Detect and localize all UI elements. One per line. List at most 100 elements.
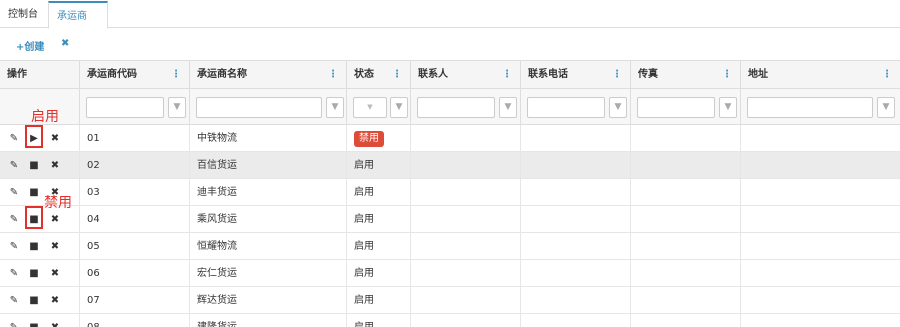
cell-status: 启用 bbox=[347, 314, 411, 327]
cell-address bbox=[741, 179, 900, 206]
cell-fax bbox=[631, 152, 741, 179]
table-row[interactable]: ✎ ■ ✖ 04 乘风货运 启用 bbox=[0, 206, 900, 233]
table-row[interactable]: ✎ ■ ✖ 02 百信货运 启用 bbox=[0, 152, 900, 179]
pencil-icon[interactable]: ✎ bbox=[9, 152, 19, 179]
column-header-code[interactable]: 承运商代码 ⋮ bbox=[80, 61, 190, 89]
cell-name: 乘风货运 bbox=[190, 206, 347, 233]
cell-code: 07 bbox=[80, 287, 190, 314]
cell-contact bbox=[411, 287, 521, 314]
pencil-icon[interactable]: ✎ bbox=[9, 260, 19, 287]
close-icon[interactable]: ✖ bbox=[50, 260, 60, 287]
filter-icon[interactable]: ▼ bbox=[390, 97, 408, 118]
stop-icon[interactable]: ■ bbox=[28, 152, 40, 179]
cell-code: 01 bbox=[80, 125, 190, 152]
close-icon[interactable]: ✖ bbox=[50, 314, 60, 327]
name-filter-input[interactable] bbox=[196, 97, 322, 118]
close-icon[interactable]: ✖ bbox=[50, 287, 60, 314]
cell-address bbox=[741, 152, 900, 179]
cell-phone bbox=[521, 125, 631, 152]
cell-actions: ✎ ■ ✖ bbox=[0, 314, 80, 327]
close-icon[interactable]: ✖ bbox=[50, 125, 60, 152]
column-header-fax[interactable]: 传真 ⋮ bbox=[631, 61, 741, 89]
cell-code: 02 bbox=[80, 152, 190, 179]
cell-address bbox=[741, 287, 900, 314]
column-header-phone[interactable]: 联系电话 ⋮ bbox=[521, 61, 631, 89]
status-badge: 禁用 bbox=[354, 131, 384, 147]
cell-address bbox=[741, 233, 900, 260]
cell-contact bbox=[411, 152, 521, 179]
cell-status: 启用 bbox=[347, 152, 411, 179]
column-menu-icon[interactable]: ⋮ bbox=[392, 61, 402, 89]
close-icon[interactable]: ✖ bbox=[61, 38, 69, 49]
code-filter-input[interactable] bbox=[86, 97, 164, 118]
stop-icon[interactable]: ■ bbox=[28, 314, 40, 327]
cell-name: 宏仁货运 bbox=[190, 260, 347, 287]
cell-name: 恒耀物流 bbox=[190, 233, 347, 260]
table-row[interactable]: ✎ ■ ✖ 08建隆货运启用 bbox=[0, 314, 900, 327]
cell-status: 启用 bbox=[347, 287, 411, 314]
cell-contact bbox=[411, 179, 521, 206]
create-button[interactable]: +创建 bbox=[16, 38, 44, 53]
filter-icon[interactable]: ▼ bbox=[326, 97, 344, 118]
filter-icon[interactable]: ▼ bbox=[168, 97, 186, 118]
cell-phone bbox=[521, 260, 631, 287]
stop-icon[interactable]: ■ bbox=[28, 260, 40, 287]
stop-icon[interactable]: ■ bbox=[28, 179, 40, 206]
pencil-icon[interactable]: ✎ bbox=[9, 287, 19, 314]
close-icon[interactable]: ✖ bbox=[50, 152, 60, 179]
tab-dashboard[interactable]: 控制台 bbox=[0, 1, 48, 28]
cell-name: 中铁物流 bbox=[190, 125, 347, 152]
fax-filter-input[interactable] bbox=[637, 97, 715, 118]
column-header-status[interactable]: 状态 ⋮ bbox=[347, 61, 411, 89]
column-header-address[interactable]: 地址 ⋮ bbox=[741, 61, 900, 89]
cell-address bbox=[741, 125, 900, 152]
cell-fax bbox=[631, 287, 741, 314]
pencil-icon[interactable]: ✎ bbox=[9, 125, 19, 152]
filter-icon[interactable]: ▼ bbox=[609, 97, 627, 118]
disable-annotation: 禁用 bbox=[44, 195, 72, 211]
column-header-contact[interactable]: 联系人 ⋮ bbox=[411, 61, 521, 89]
cell-code: 04 bbox=[80, 206, 190, 233]
stop-icon[interactable]: ■ bbox=[28, 233, 40, 260]
cell-phone bbox=[521, 233, 631, 260]
table-row[interactable]: ✎ ■ ✖ 06 宏仁货运 启用 bbox=[0, 260, 900, 287]
close-icon[interactable]: ✖ bbox=[50, 233, 60, 260]
column-menu-icon[interactable]: ⋮ bbox=[882, 61, 892, 89]
cell-phone bbox=[521, 152, 631, 179]
tab-carrier[interactable]: 承运商 ✖ bbox=[48, 1, 108, 49]
stop-icon[interactable]: ■ bbox=[28, 287, 40, 314]
cell-address bbox=[741, 260, 900, 287]
cell-fax bbox=[631, 179, 741, 206]
table-row[interactable]: ✎ ■ ✖ 07 辉达货运 启用 bbox=[0, 287, 900, 314]
filter-icon[interactable]: ▼ bbox=[499, 97, 517, 118]
column-menu-icon[interactable]: ⋮ bbox=[722, 61, 732, 89]
filter-row: ▼ ▼ ▼ ▼ ▼ ▼ ▼ ▼ bbox=[0, 89, 900, 125]
pencil-icon[interactable]: ✎ bbox=[9, 233, 19, 260]
status-filter-select[interactable]: ▼ bbox=[353, 97, 387, 118]
column-menu-icon[interactable]: ⋮ bbox=[612, 61, 622, 89]
cell-code: 03 bbox=[80, 179, 190, 206]
carrier-grid: 操作 承运商代码 ⋮ 承运商名称 ⋮ 状态 ⋮ 联系人 ⋮ 联系电话 ⋮ 传真 ⋮ 地址 ⋮ … bbox=[0, 60, 900, 327]
column-menu-icon[interactable]: ⋮ bbox=[502, 61, 512, 89]
cell-status: 启用 bbox=[347, 233, 411, 260]
cell-code: 06 bbox=[80, 260, 190, 287]
filter-icon[interactable]: ▼ bbox=[719, 97, 737, 118]
table-row[interactable]: ✎ ▶ ✖ 01 中铁物流 禁用 bbox=[0, 125, 900, 152]
column-menu-icon[interactable]: ⋮ bbox=[171, 61, 181, 89]
contact-filter-input[interactable] bbox=[417, 97, 495, 118]
pencil-icon[interactable]: ✎ bbox=[9, 206, 19, 233]
cell-actions: ✎ ■ ✖ bbox=[0, 152, 80, 179]
filter-icon[interactable]: ▼ bbox=[877, 97, 895, 118]
pencil-icon[interactable]: ✎ bbox=[9, 179, 19, 206]
pencil-icon[interactable]: ✎ bbox=[9, 314, 19, 327]
cell-phone bbox=[521, 206, 631, 233]
cell-contact bbox=[411, 206, 521, 233]
phone-filter-input[interactable] bbox=[527, 97, 605, 118]
disable-highlight-box bbox=[25, 206, 43, 229]
column-menu-icon[interactable]: ⋮ bbox=[328, 61, 338, 89]
table-row[interactable]: ✎ ■ ✖ 03 迪丰货运 启用 bbox=[0, 179, 900, 206]
address-filter-input[interactable] bbox=[747, 97, 873, 118]
cell-actions: ✎ ■ ✖ bbox=[0, 287, 80, 314]
table-row[interactable]: ✎ ■ ✖ 05 恒耀物流 启用 bbox=[0, 233, 900, 260]
column-header-name[interactable]: 承运商名称 ⋮ bbox=[190, 61, 347, 89]
